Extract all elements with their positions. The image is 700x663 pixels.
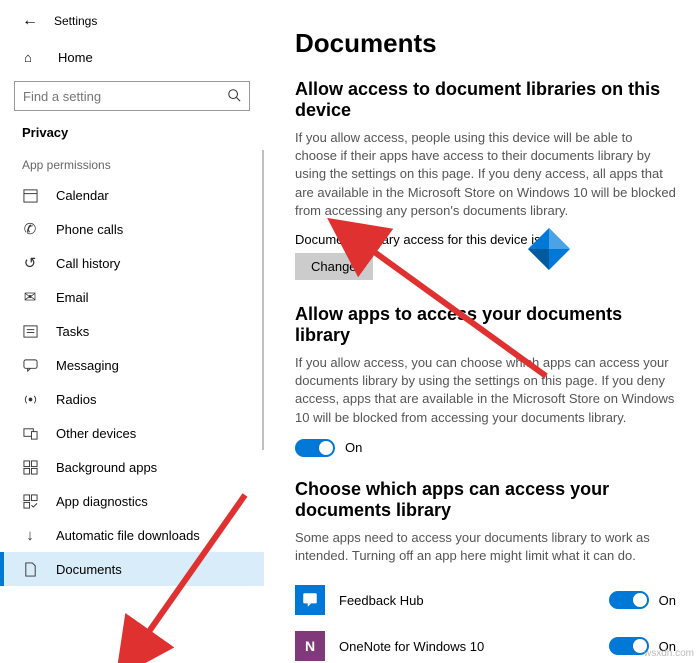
app-toggle[interactable] xyxy=(609,591,649,609)
app-toggle[interactable] xyxy=(609,637,649,655)
radio-icon xyxy=(22,391,38,407)
sidebar-item-label: Phone calls xyxy=(56,222,123,237)
sidebar-home[interactable]: ⌂ Home xyxy=(0,42,264,73)
sidebar-item-label: Call history xyxy=(56,256,120,271)
change-button[interactable]: Change xyxy=(295,253,373,280)
apps-access-toggle[interactable] xyxy=(295,439,335,457)
back-button[interactable]: ← xyxy=(22,12,42,30)
sidebar-item-radios[interactable]: Radios xyxy=(0,382,264,416)
app-name: OneNote for Windows 10 xyxy=(339,639,609,654)
toggle-state: On xyxy=(345,440,362,455)
sidebar-item-label: Radios xyxy=(56,392,96,407)
app-row-onenote: N OneNote for Windows 10 On xyxy=(295,623,676,663)
messaging-icon xyxy=(22,357,38,373)
sidebar-item-label: Email xyxy=(56,290,89,305)
sidebar-item-label: Other devices xyxy=(56,426,136,441)
search-box[interactable] xyxy=(14,81,250,111)
phone-icon: ✆ xyxy=(22,221,38,237)
sidebar-item-documents[interactable]: Documents xyxy=(0,552,264,586)
sidebar-item-label: App diagnostics xyxy=(56,494,148,509)
section3-heading: Choose which apps can access your docume… xyxy=(295,479,676,521)
sidebar-item-calendar[interactable]: Calendar xyxy=(0,178,264,212)
sidebar-item-label: Background apps xyxy=(56,460,157,475)
app-name: Feedback Hub xyxy=(339,593,609,608)
section3-description: Some apps need to access your documents … xyxy=(295,529,676,565)
sidebar-item-label: Automatic file downloads xyxy=(56,528,200,543)
sidebar-section-label: App permissions xyxy=(0,158,264,178)
sidebar-item-label: Messaging xyxy=(56,358,119,373)
app-title: Settings xyxy=(54,14,97,28)
sidebar-item-app-diagnostics[interactable]: App diagnostics xyxy=(0,484,264,518)
document-icon xyxy=(22,561,38,577)
sidebar-item-email[interactable]: ✉ Email xyxy=(0,280,264,314)
devices-icon xyxy=(22,425,38,441)
app-row-feedback-hub: Feedback Hub On xyxy=(295,577,676,623)
main-content: Documents Allow access to document libra… xyxy=(265,0,700,663)
tasks-icon xyxy=(22,323,38,339)
sidebar-item-automatic-file-downloads[interactable]: ↓ Automatic file downloads xyxy=(0,518,264,552)
section1-description: If you allow access, people using this d… xyxy=(295,129,676,220)
sidebar-item-call-history[interactable]: ↺ Call history xyxy=(0,246,264,280)
home-icon: ⌂ xyxy=(24,50,40,65)
calendar-icon xyxy=(22,187,38,203)
search-input[interactable] xyxy=(23,89,227,104)
sidebar-item-background-apps[interactable]: Background apps xyxy=(0,450,264,484)
sidebar-item-label: Documents xyxy=(56,562,122,577)
sidebar-item-label: Tasks xyxy=(56,324,89,339)
watermark: wsxdn.com xyxy=(644,648,694,659)
app-icon: N xyxy=(295,631,325,661)
sidebar-item-label: Calendar xyxy=(56,188,109,203)
sidebar-scrollbar[interactable] xyxy=(262,150,264,450)
sidebar-item-phone-calls[interactable]: ✆ Phone calls xyxy=(0,212,264,246)
page-title: Documents xyxy=(295,28,676,59)
sidebar-category: Privacy xyxy=(0,121,264,158)
sidebar: ← Settings ⌂ Home Privacy App permission… xyxy=(0,0,265,663)
sidebar-item-other-devices[interactable]: Other devices xyxy=(0,416,264,450)
home-label: Home xyxy=(58,50,93,65)
search-icon xyxy=(227,88,241,105)
windows-club-logo xyxy=(528,228,570,270)
history-icon: ↺ xyxy=(22,255,38,271)
section2-description: If you allow access, you can choose whic… xyxy=(295,354,676,427)
section2-heading: Allow apps to access your documents libr… xyxy=(295,304,676,346)
email-icon: ✉ xyxy=(22,289,38,305)
download-icon: ↓ xyxy=(22,527,38,543)
background-apps-icon xyxy=(22,459,38,475)
sidebar-item-tasks[interactable]: Tasks xyxy=(0,314,264,348)
section1-heading: Allow access to document libraries on th… xyxy=(295,79,676,121)
diagnostics-icon xyxy=(22,493,38,509)
app-icon xyxy=(295,585,325,615)
sidebar-item-messaging[interactable]: Messaging xyxy=(0,348,264,382)
app-toggle-state: On xyxy=(659,593,676,608)
section1-status: Documents library access for this device… xyxy=(295,232,676,247)
